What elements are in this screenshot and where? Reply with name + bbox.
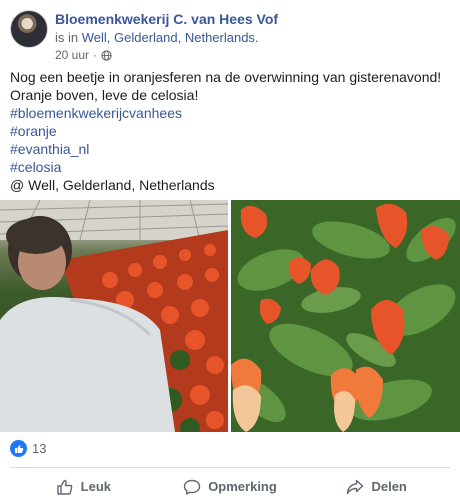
comment-icon	[183, 479, 201, 495]
share-button[interactable]: Delen	[303, 470, 450, 503]
hashtag-link[interactable]: #bloemenkwekerijcvanhees	[10, 104, 450, 122]
post-actions: Leuk Opmerking Delen	[10, 470, 450, 503]
post-text-line: Oranje boven, leve de celosia!	[10, 87, 199, 103]
globe-icon[interactable]	[101, 49, 112, 61]
location-line: is in Well, Gelderland, Netherlands.	[55, 30, 259, 45]
reactions-summary[interactable]: 13	[10, 440, 46, 457]
like-button[interactable]: Leuk	[10, 470, 157, 503]
page-name-link[interactable]: Bloemenkwekerij C. van Hees Vof	[55, 11, 278, 27]
share-label: Delen	[371, 479, 407, 494]
post-timestamp[interactable]: 20 uur	[55, 48, 89, 62]
share-icon	[347, 479, 364, 494]
comment-button[interactable]: Opmerking	[157, 470, 304, 503]
post-header: Bloemenkwekerij C. van Hees Vof is in We…	[10, 8, 450, 62]
page-avatar[interactable]	[10, 10, 48, 48]
photo-grid	[0, 200, 460, 432]
hashtag-link[interactable]: #evanthia_nl	[10, 140, 450, 158]
location-prefix: is in	[55, 30, 79, 45]
hashtag-link[interactable]: #celosia	[10, 158, 450, 176]
celosia-photo[interactable]	[231, 200, 460, 432]
reaction-count[interactable]: 13	[32, 441, 46, 456]
post-text: Nog een beetje in oranjesferen na de ove…	[10, 68, 450, 194]
checkin-location: @ Well, Gelderland, Netherlands	[10, 177, 215, 193]
thumbs-up-icon	[56, 479, 73, 495]
comment-label: Opmerking	[208, 479, 277, 494]
greenhouse-photo[interactable]	[0, 200, 228, 432]
post-text-line: Nog een beetje in oranjesferen na de ove…	[10, 69, 442, 85]
action-divider	[10, 467, 450, 468]
hashtag-link[interactable]: #oranje	[10, 122, 450, 140]
like-label: Leuk	[80, 479, 111, 494]
post-meta: 20 uur ·	[55, 48, 112, 62]
like-icon	[10, 440, 27, 457]
location-link[interactable]: Well, Gelderland, Netherlands.	[82, 30, 259, 45]
